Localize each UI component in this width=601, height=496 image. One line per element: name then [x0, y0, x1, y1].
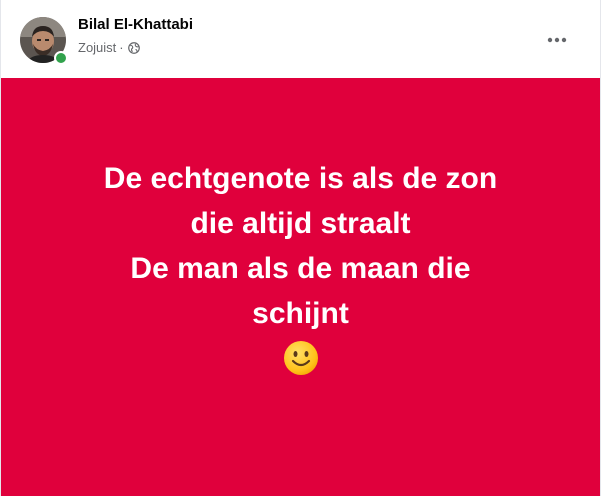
- meta-separator: ·: [119, 40, 124, 55]
- post-meta: Zojuist ·: [78, 40, 140, 55]
- author-name[interactable]: Bilal El-Khattabi: [78, 16, 193, 33]
- post-text-line: De echtgenote is als de zon: [103, 161, 498, 195]
- post-text-line: die altijd straalt: [190, 206, 411, 240]
- author-avatar[interactable]: [20, 17, 68, 65]
- post-header: Bilal El-Khattabi Zojuist ·: [1, 0, 600, 78]
- globe-icon[interactable]: [127, 41, 140, 54]
- post-text-line: De man als de maan die: [130, 251, 471, 285]
- post-background: De echtgenote is als de zon die altijd s…: [1, 78, 600, 496]
- post-text: De echtgenote is als de zon die altijd s…: [41, 156, 561, 389]
- post-card: Bilal El-Khattabi Zojuist · De echtgenot…: [0, 0, 601, 496]
- post-text-line: schijnt: [252, 296, 349, 330]
- more-options-icon: [547, 37, 567, 43]
- more-options-button[interactable]: [539, 22, 575, 58]
- online-status-dot: [54, 51, 68, 65]
- slightly-smiling-face-icon: [283, 340, 318, 375]
- post-timestamp[interactable]: Zojuist: [78, 40, 116, 55]
